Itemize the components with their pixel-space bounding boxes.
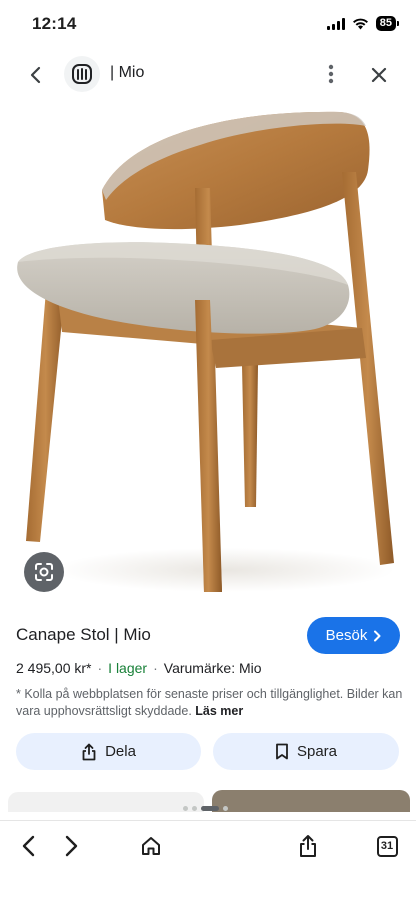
- tabs-button[interactable]: 31: [372, 831, 402, 861]
- arrow-back-icon: [22, 835, 35, 857]
- close-button[interactable]: [366, 62, 392, 88]
- browser-forward-button[interactable]: [57, 831, 87, 861]
- browser-toolbar: 31: [0, 820, 416, 900]
- pager-dot-active: [201, 806, 219, 811]
- visit-label: Besök: [325, 627, 368, 644]
- cellular-signal-icon: [326, 17, 345, 30]
- more-options-button[interactable]: [318, 60, 344, 88]
- close-icon: [371, 67, 387, 83]
- chevron-left-icon: [30, 66, 41, 84]
- disclaimer: * Kolla på webbplatsen för senaste prise…: [16, 686, 404, 720]
- home-button[interactable]: [136, 831, 166, 861]
- more-vert-icon: [328, 64, 334, 84]
- product-meta: 2 495,00 kr* · I lager · Varumärke: Mio: [16, 660, 262, 676]
- status-time: 12:14: [32, 14, 77, 33]
- pager-dot: [223, 806, 228, 811]
- share-button[interactable]: Dela: [16, 733, 201, 770]
- site-title[interactable]: | Mio: [110, 64, 144, 82]
- pager-dot: [183, 806, 188, 811]
- share-label: Dela: [105, 743, 136, 760]
- lens-icon: [35, 563, 53, 581]
- header: | Mio: [0, 52, 416, 96]
- related-thumbnail[interactable]: [212, 790, 410, 812]
- wifi-icon: [352, 18, 368, 30]
- browser-share-button[interactable]: [293, 831, 323, 861]
- battery-indicator: 85: [375, 16, 400, 31]
- read-more-link[interactable]: Läs mer: [195, 704, 243, 718]
- chair-illustration: [17, 111, 395, 592]
- chevron-right-icon: [374, 630, 381, 641]
- mio-logo-icon: [72, 64, 92, 84]
- browser-back-button[interactable]: [13, 831, 43, 861]
- status-bar: 12:14 85: [0, 0, 416, 48]
- brand: Varumärke: Mio: [163, 660, 262, 676]
- product-image[interactable]: [10, 100, 406, 606]
- site-logo[interactable]: [64, 56, 100, 92]
- related-thumbnail[interactable]: [8, 792, 204, 812]
- home-icon: [142, 837, 160, 855]
- separator-dot: ·: [97, 660, 103, 676]
- pager-dot: [192, 806, 197, 811]
- stock-status: I lager: [108, 660, 148, 676]
- price: 2 495,00 kr*: [16, 660, 92, 676]
- share-icon: [82, 743, 96, 760]
- save-button[interactable]: Spara: [213, 733, 399, 770]
- arrow-forward-icon: [65, 835, 78, 857]
- separator-dot: ·: [153, 660, 158, 676]
- status-indicators: 85: [326, 16, 400, 31]
- share-icon: [300, 835, 316, 857]
- product-title: Canape Stol | Mio: [16, 625, 151, 644]
- save-label: Spara: [296, 743, 338, 760]
- google-lens-button[interactable]: [24, 552, 64, 592]
- carousel-pager: [183, 806, 228, 811]
- bookmark-icon: [276, 743, 288, 760]
- tabs-count: 31: [376, 835, 398, 857]
- visit-button[interactable]: Besök: [307, 617, 400, 654]
- back-button[interactable]: [22, 62, 48, 88]
